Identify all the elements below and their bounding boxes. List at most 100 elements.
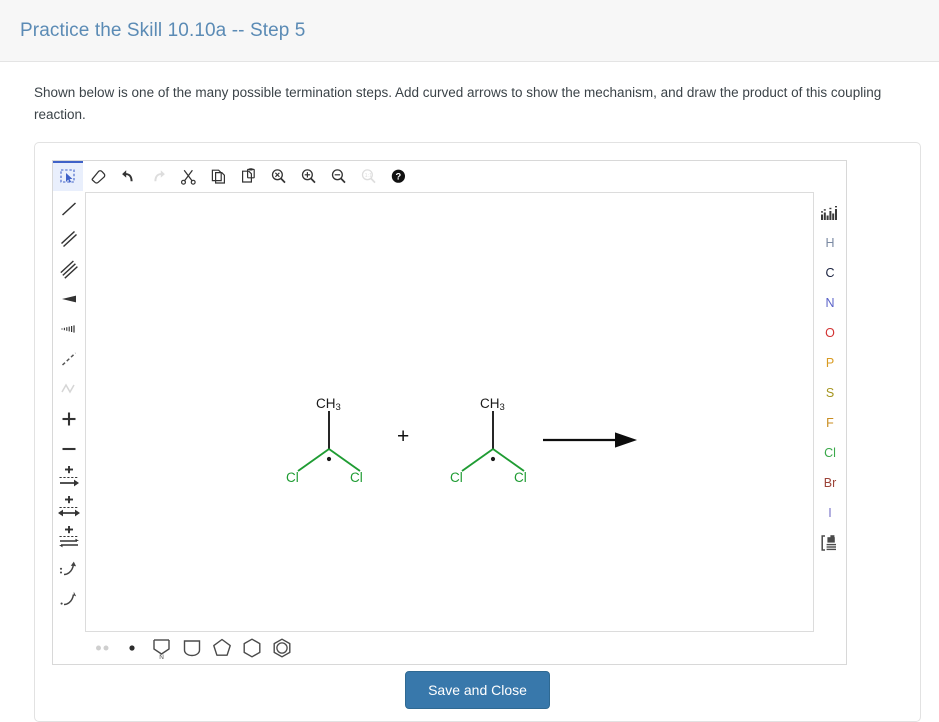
radical-tool[interactable] xyxy=(117,633,147,663)
element-h-label: H xyxy=(825,235,835,250)
select-tool[interactable] xyxy=(53,161,83,192)
molecule-1-left-chlorine-label: Cl xyxy=(286,469,299,485)
plus-charge-tool[interactable] xyxy=(54,404,83,434)
dashed-bond-icon xyxy=(61,352,76,366)
editor-panel: 1:1 ? CH3 Cl Cl + CH3 Cl Cl H C N O P S … xyxy=(34,141,921,722)
equilibrium-arrow-icon xyxy=(58,525,79,548)
reaction-scheme: CH3 Cl Cl + CH3 Cl Cl xyxy=(86,193,813,631)
paste-icon xyxy=(241,168,255,183)
radical-dot-icon xyxy=(129,645,135,651)
bottom-toolbar: N xyxy=(53,632,846,664)
select-cursor-icon xyxy=(60,169,75,183)
help-button[interactable]: ? xyxy=(383,161,413,191)
zoom-in-button[interactable] xyxy=(293,161,323,191)
equilibrium-arrow-tool[interactable] xyxy=(54,524,83,554)
right-toolbar: H C N O P S F Cl Br I xyxy=(814,192,846,632)
zoom-fit-button[interactable] xyxy=(263,161,293,191)
pyrrole-template[interactable]: N xyxy=(147,633,177,663)
prompt-text: Shown below is one of the many possible … xyxy=(34,85,882,122)
redo-icon xyxy=(153,170,165,182)
cyclobutane-ring-icon xyxy=(183,640,201,656)
eraser-icon xyxy=(91,169,105,184)
top-toolbar: 1:1 ? xyxy=(53,161,846,192)
save-button-row: Save and Close xyxy=(35,670,920,709)
double-bond-tool[interactable] xyxy=(54,224,83,254)
element-h[interactable]: H xyxy=(815,228,845,258)
wedge-bond-tool[interactable] xyxy=(54,284,83,314)
fishhook-arrow-tool[interactable] xyxy=(54,584,83,614)
reaction-arrow[interactable] xyxy=(541,425,651,455)
triple-bond-icon xyxy=(59,260,78,279)
resonance-arrow-tool[interactable] xyxy=(54,494,83,524)
help-icon: ? xyxy=(391,169,405,183)
template-bracket-icon xyxy=(821,534,836,551)
save-and-close-button[interactable]: Save and Close xyxy=(405,670,550,709)
minus-charge-tool[interactable] xyxy=(54,434,83,464)
reaction-arrow-tool[interactable] xyxy=(54,464,83,494)
single-bond-tool[interactable] xyxy=(54,194,83,224)
cyclobutane-template[interactable] xyxy=(177,633,207,663)
page-header: Practice the Skill 10.10a -- Step 5 xyxy=(0,0,939,62)
element-cl-label: Cl xyxy=(824,445,836,460)
double-bond-icon xyxy=(60,230,77,247)
element-o[interactable]: O xyxy=(815,318,845,348)
zoom-out-button[interactable] xyxy=(323,161,353,191)
minus-icon xyxy=(62,447,75,450)
molecule-1-methyl-label: CH3 xyxy=(316,395,341,414)
periodic-table-button[interactable] xyxy=(815,198,845,228)
svg-text:?: ? xyxy=(395,170,401,181)
molecule-2-left-chlorine-label: Cl xyxy=(450,469,463,485)
element-br-label: Br xyxy=(823,475,837,490)
pyrrole-nitrogen-label: N xyxy=(159,654,164,660)
element-p-label: P xyxy=(825,355,835,370)
cut-button[interactable] xyxy=(173,161,203,191)
zoom-out-icon xyxy=(331,168,346,183)
cyclopentane-template[interactable] xyxy=(207,633,237,663)
chain-tool[interactable] xyxy=(54,374,83,404)
element-n[interactable]: N xyxy=(815,288,845,318)
resonance-arrow-icon xyxy=(57,495,80,517)
periodic-table-icon xyxy=(821,205,837,220)
element-c-label: C xyxy=(825,265,835,280)
undo-button[interactable] xyxy=(113,161,143,191)
element-p[interactable]: P xyxy=(815,348,845,378)
paste-button[interactable] xyxy=(233,161,263,191)
zoom-fit-icon xyxy=(271,168,286,183)
cyclohexane-ring-icon xyxy=(243,638,261,658)
cyclohexane-template[interactable] xyxy=(237,633,267,663)
single-bond-icon xyxy=(61,202,76,216)
hash-bond-tool[interactable] xyxy=(54,314,83,344)
hash-bond-icon xyxy=(60,325,75,333)
drawing-canvas[interactable]: CH3 Cl Cl + CH3 Cl Cl xyxy=(85,191,814,632)
molecule-1-right-chlorine-label: Cl xyxy=(350,469,363,485)
dashed-bond-tool[interactable] xyxy=(54,344,83,374)
element-c[interactable]: C xyxy=(815,258,845,288)
element-s-label: S xyxy=(825,385,835,400)
sketcher-body: CH3 Cl Cl + CH3 Cl Cl H C N O P S F Cl B… xyxy=(53,191,846,632)
element-i-label: I xyxy=(828,505,832,520)
copy-button[interactable] xyxy=(203,161,233,191)
molecule-2-right-chlorine-label: Cl xyxy=(514,469,527,485)
triple-bond-tool[interactable] xyxy=(54,254,83,284)
element-br[interactable]: Br xyxy=(815,468,845,498)
element-i[interactable]: I xyxy=(815,498,845,528)
redo-button[interactable] xyxy=(143,161,173,191)
element-f[interactable]: F xyxy=(815,408,845,438)
element-cl[interactable]: Cl xyxy=(815,438,845,468)
element-s[interactable]: S xyxy=(815,378,845,408)
curved-arrow-tool[interactable] xyxy=(54,554,83,584)
wedge-bond-icon xyxy=(61,295,76,303)
eraser-tool[interactable] xyxy=(83,161,113,191)
reaction-arrow-icon xyxy=(59,465,79,487)
pyrrole-ring-icon: N xyxy=(153,639,170,660)
page-title: Practice the Skill 10.10a -- Step 5 xyxy=(20,19,306,41)
element-n-label: N xyxy=(825,295,835,310)
molecule-sketcher: 1:1 ? CH3 Cl Cl + CH3 Cl Cl H C N O P S … xyxy=(52,159,847,665)
benzene-template[interactable] xyxy=(267,633,297,663)
zoom-reset-button[interactable]: 1:1 xyxy=(353,161,383,191)
lone-pair-tool[interactable] xyxy=(87,633,117,663)
element-f-label: F xyxy=(826,415,834,430)
template-button[interactable] xyxy=(815,528,845,558)
curved-arrow-icon xyxy=(59,561,76,575)
benzene-ring-icon xyxy=(273,638,291,658)
